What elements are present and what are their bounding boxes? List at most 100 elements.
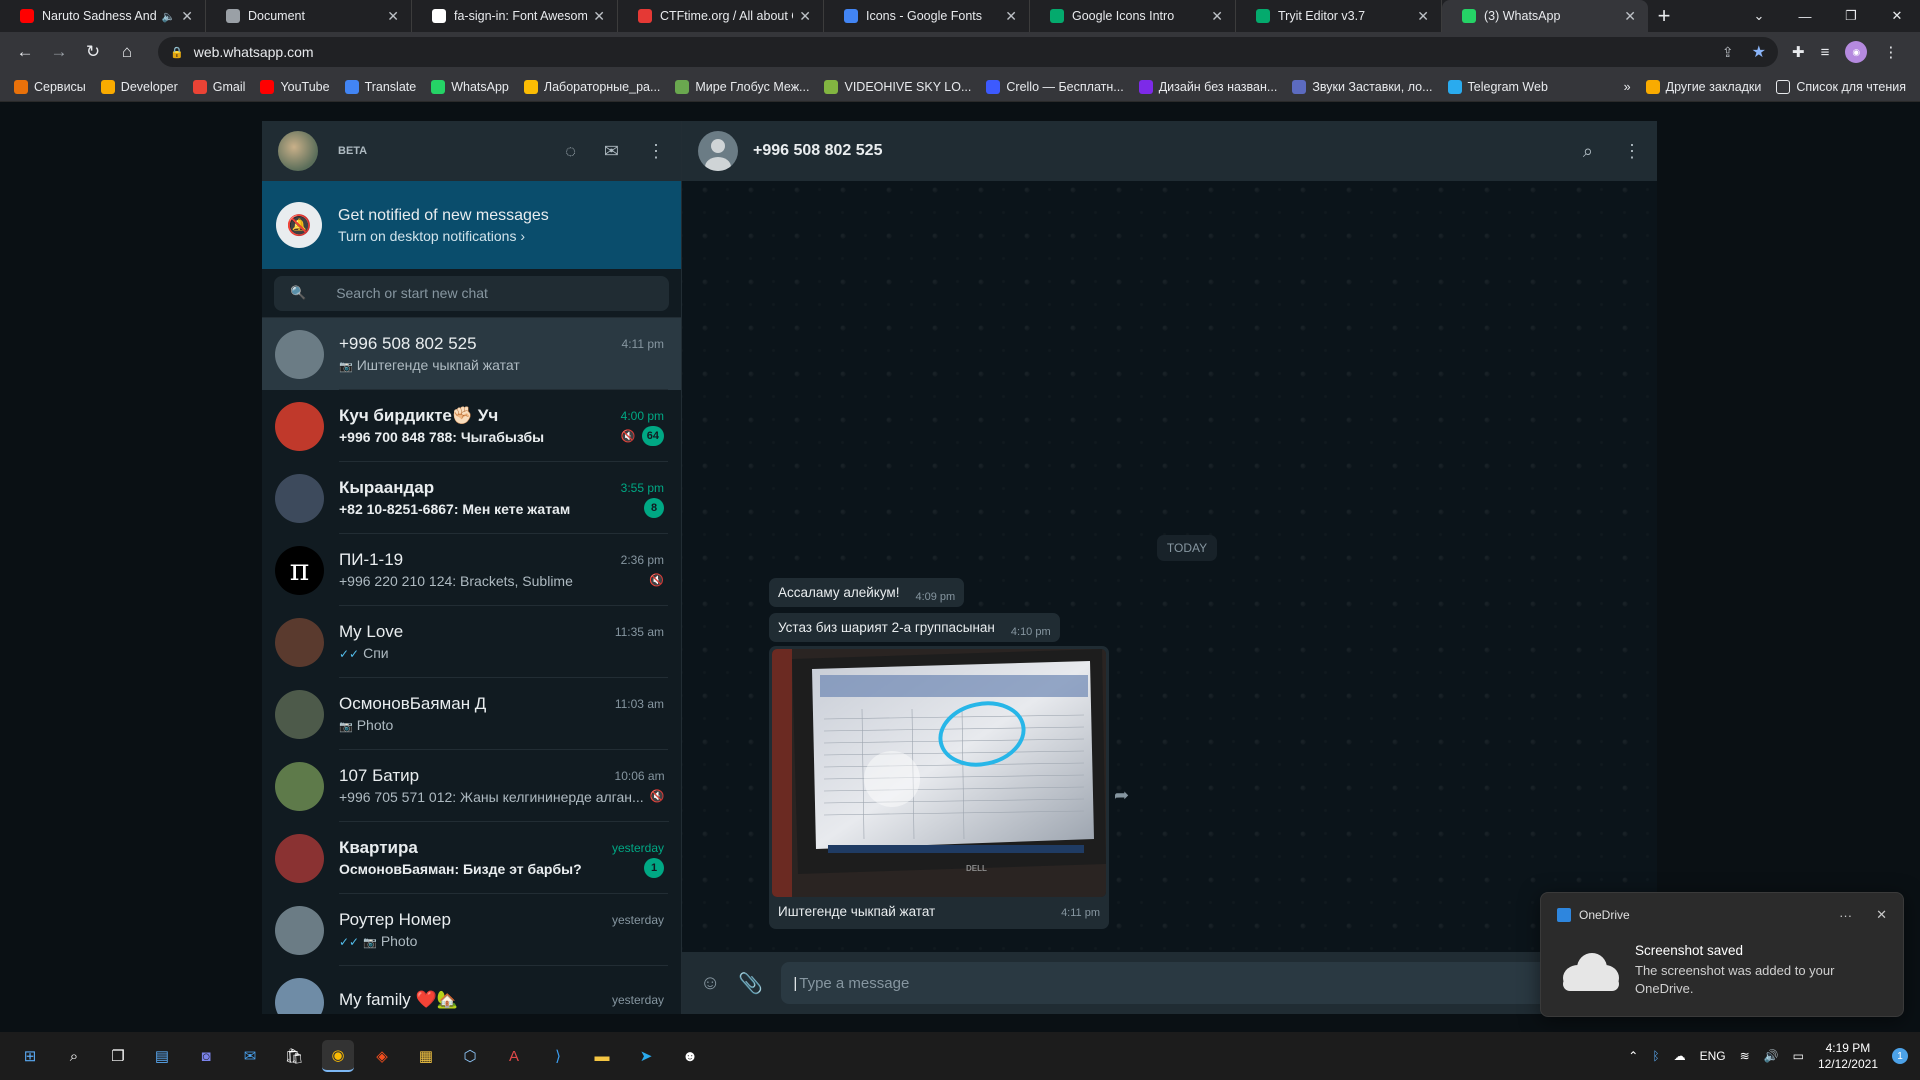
tab-search-icon[interactable]: ⌄ — [1736, 0, 1782, 32]
toast-more-button[interactable]: ··· — [1839, 908, 1852, 923]
conversation-header[interactable]: +996 508 802 525 ⌕ ⋮ — [682, 121, 1657, 181]
home-icon[interactable]: ⌂ — [112, 37, 142, 67]
tab-close-icon[interactable]: ✕ — [593, 8, 605, 25]
search-messages-icon[interactable]: ⌕ — [1583, 141, 1593, 162]
new-tab-button[interactable]: + — [1648, 0, 1680, 32]
bookmark-star-icon[interactable]: ★ — [1752, 42, 1766, 62]
chrome-icon[interactable]: ◉ — [322, 1040, 354, 1072]
mail-icon[interactable]: ✉ — [234, 1040, 266, 1072]
chat-item[interactable]: π ПИ-1-19 2:36 pm +996 220 210 124: Bracket… — [262, 534, 681, 606]
3d-viewer-icon[interactable]: ⬡ — [454, 1040, 486, 1072]
message-input[interactable]: | Type a message — [781, 962, 1639, 1004]
figma-icon[interactable]: ◈ — [366, 1040, 398, 1072]
share-icon[interactable]: ⇪ — [1722, 44, 1734, 61]
forward-icon[interactable]: ➦ — [1114, 785, 1129, 806]
extensions-icon[interactable]: ✚ — [1792, 43, 1805, 61]
reading-list-button[interactable]: Список для чтения — [1776, 80, 1906, 94]
wifi-icon[interactable]: ≋ — [1740, 1049, 1750, 1063]
notification-count[interactable]: 1 — [1892, 1048, 1908, 1064]
search-taskbar-icon[interactable]: ⌕ — [58, 1040, 90, 1072]
minimize-button[interactable]: — — [1782, 0, 1828, 32]
emoji-app-icon[interactable]: ☻ — [674, 1040, 706, 1072]
new-chat-icon[interactable]: ✉ — [604, 141, 619, 162]
browser-tab[interactable]: Tryit Editor v3.7 ✕ — [1236, 0, 1442, 32]
tab-close-icon[interactable]: ✕ — [799, 8, 811, 25]
bookmark-item[interactable]: Мире Глобус Меж... — [675, 79, 809, 94]
teams-chat-icon[interactable]: ◙ — [190, 1040, 222, 1072]
my-avatar[interactable] — [278, 131, 318, 171]
battery-icon[interactable]: ▭ — [1793, 1049, 1804, 1063]
browser-tab[interactable]: Icons - Google Fonts ✕ — [824, 0, 1030, 32]
bookmark-item[interactable]: Звуки Заставки, ло... — [1292, 79, 1433, 94]
file-explorer-icon[interactable]: ▬ — [586, 1040, 618, 1072]
bookmark-item[interactable]: Telegram Web — [1447, 79, 1548, 94]
bookmark-item[interactable]: Crello — Бесплатн... — [986, 79, 1124, 94]
chrome-menu-icon[interactable]: ⋮ — [1883, 43, 1898, 61]
browser-tab[interactable]: CTFtime.org / All about CT ✕ — [618, 0, 824, 32]
tab-close-icon[interactable]: ✕ — [1624, 8, 1636, 25]
chat-item[interactable]: My Love 11:35 am ✓✓ Спи — [262, 606, 681, 678]
vscode-icon[interactable]: ⟩ — [542, 1040, 574, 1072]
tab-muted-icon[interactable]: 🔈 — [162, 10, 176, 23]
bookmark-item[interactable]: Gmail — [192, 79, 245, 94]
menu-icon[interactable]: ⋮ — [647, 141, 665, 162]
bookmarks-overflow-button[interactable]: » — [1624, 80, 1631, 94]
profile-avatar[interactable]: ◉ — [1845, 41, 1868, 63]
chat-item[interactable]: Кыраандар 3:55 pm +82 10-8251-6867: Мен ке… — [262, 462, 681, 534]
reload-icon[interactable]: ↻ — [78, 37, 108, 67]
restore-button[interactable]: ❐ — [1828, 0, 1874, 32]
message-bubble[interactable]: Устаз биз шарият 2-а группасынан 4:10 pm — [769, 613, 1060, 642]
tab-close-icon[interactable]: ✕ — [181, 8, 193, 25]
browser-tab[interactable]: Naruto Sadness And S 🔈 ✕ — [0, 0, 206, 32]
browser-tab[interactable]: (3) WhatsApp ✕ — [1442, 0, 1648, 32]
browser-tab[interactable]: fa-sign-in: Font Awesome ✕ — [412, 0, 618, 32]
tab-close-icon[interactable]: ✕ — [387, 8, 399, 25]
bookmark-item[interactable]: Сервисы — [14, 79, 86, 94]
chat-item[interactable]: My family ❤️🏡 yesterday — [262, 966, 681, 1014]
bluetooth-icon[interactable]: ᛒ — [1652, 1049, 1659, 1063]
bookmark-item[interactable]: Translate — [344, 79, 416, 94]
widgets-icon[interactable]: ▤ — [146, 1040, 178, 1072]
image-message[interactable]: DELL Иштегенде чыкпай жатат 4:11 pm — [769, 646, 1109, 929]
status-icon[interactable]: ◌ — [565, 141, 576, 162]
chat-item[interactable]: 107 Батир 10:06 am +996 705 571 012: Жаны … — [262, 750, 681, 822]
notification-banner[interactable]: 🔕 Get notified of new messages Turn on d… — [262, 181, 681, 269]
chat-item[interactable]: +996 508 802 525 4:11 pm 📷 Иштегенде чыкпай… — [262, 318, 681, 390]
chat-item[interactable]: Куч бирдикте✊🏻 Уч 4:00 pm +996 700 848 788… — [262, 390, 681, 462]
volume-icon[interactable]: 🔊 — [1764, 1049, 1779, 1063]
clock[interactable]: 4:19 PM 12/12/2021 — [1818, 1040, 1878, 1072]
emoji-icon[interactable]: ☺ — [700, 972, 720, 995]
onedrive-tray-icon[interactable]: ☁ — [1674, 1049, 1686, 1063]
bookmark-item[interactable]: VIDEOHIVE SKY LO... — [824, 79, 971, 94]
back-icon[interactable]: ← — [10, 37, 40, 67]
telegram-icon[interactable]: ➤ — [630, 1040, 662, 1072]
close-window-button[interactable]: ✕ — [1874, 0, 1920, 32]
forward-icon[interactable]: → — [44, 37, 74, 67]
access-icon[interactable]: A — [498, 1040, 530, 1072]
bookmark-item[interactable]: Developer — [100, 79, 178, 94]
message-bubble[interactable]: Ассаламу алейкум! 4:09 pm — [769, 578, 965, 607]
bookmark-item[interactable]: Дизайн без назван... — [1138, 79, 1277, 94]
conversation-menu-icon[interactable]: ⋮ — [1623, 141, 1641, 162]
bookmark-item[interactable]: YouTube — [260, 79, 330, 94]
bookmark-item[interactable]: WhatsApp — [431, 79, 509, 94]
chat-item[interactable]: ОсмоновБаяман Д 11:03 am 📷 Photo — [262, 678, 681, 750]
start-icon[interactable]: ⊞ — [14, 1040, 46, 1072]
store-icon[interactable]: 🛍 — [278, 1040, 310, 1072]
tray-chevron-icon[interactable]: ⌃ — [1628, 1049, 1638, 1063]
language-indicator[interactable]: ENG — [1700, 1049, 1726, 1063]
contact-avatar[interactable] — [698, 131, 738, 171]
toast-close-button[interactable]: ✕ — [1876, 907, 1887, 923]
tab-close-icon[interactable]: ✕ — [1211, 8, 1223, 25]
media-control-icon[interactable]: ≡ — [1821, 44, 1830, 61]
browser-tab[interactable]: Document ✕ — [206, 0, 412, 32]
address-bar[interactable]: 🔒 web.whatsapp.com ⇪ ★ — [158, 37, 1778, 67]
files-icon[interactable]: ▦ — [410, 1040, 442, 1072]
browser-tab[interactable]: Google Icons Intro ✕ — [1030, 0, 1236, 32]
tab-close-icon[interactable]: ✕ — [1417, 8, 1429, 25]
onedrive-toast[interactable]: OneDrive ··· ✕ Screenshot saved The scre… — [1540, 892, 1904, 1017]
message-photo[interactable]: DELL — [772, 649, 1106, 897]
search-input[interactable]: 🔍 Search or start new chat — [274, 275, 669, 311]
chat-item[interactable]: Роутер Номер yesterday ✓✓ 📷 Photo — [262, 894, 681, 966]
other-bookmarks-folder[interactable]: Другие закладки — [1645, 80, 1761, 94]
